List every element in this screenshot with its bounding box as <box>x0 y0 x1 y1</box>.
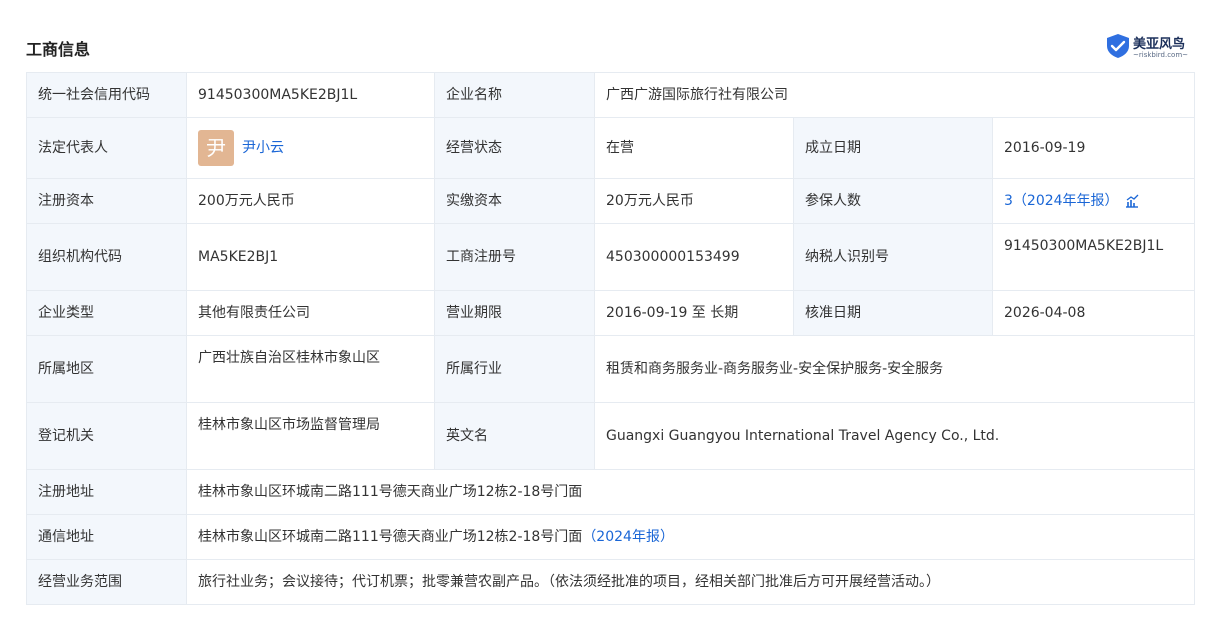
value-credit-code: 91450300MA5KE2BJ1L <box>186 72 435 118</box>
table-row: 统一社会信用代码 91450300MA5KE2BJ1L 企业名称 广西广游国际旅… <box>26 72 1196 118</box>
value-biz-scope: 旅行社业务；会议接待；代订机票；批零兼营农副产品。（依法须经批准的项目，经相关部… <box>185 559 1196 605</box>
value-insured-cell: 3（2024年年报） <box>991 178 1196 224</box>
riskbird-logo[interactable]: 美亚风鸟 ~riskbird.com~ <box>1106 33 1196 59</box>
label-paid-capital: 实缴资本 <box>434 178 595 224</box>
table-row: 登记机关 桂林市象山区市场监督管理局 英文名 Guangxi Guangyou … <box>26 402 1196 470</box>
label-insured: 参保人数 <box>793 178 993 224</box>
svg-text:美亚风鸟: 美亚风鸟 <box>1133 36 1185 52</box>
value-status: 在营 <box>594 117 794 179</box>
value-company-type: 其他有限责任公司 <box>186 290 435 336</box>
label-status: 经营状态 <box>434 117 595 179</box>
label-industry: 所属行业 <box>434 335 595 403</box>
value-industry: 租赁和商务服务业-商务服务业-安全保护服务-安全服务 <box>593 335 1196 403</box>
value-tax-id: 91450300MA5KE2BJ1L <box>991 223 1196 291</box>
insured-link[interactable]: 3（2024年年报） <box>1004 193 1119 209</box>
label-approved-date: 核准日期 <box>793 290 993 336</box>
value-mail-address-cell: 桂林市象山区环城南二路111号德天商业广场12栋2-18号门面（2024年报） <box>185 514 1196 560</box>
svg-text:~riskbird.com~: ~riskbird.com~ <box>1133 51 1188 59</box>
label-tax-id: 纳税人识别号 <box>793 223 993 291</box>
business-info-table: 统一社会信用代码 91450300MA5KE2BJ1L 企业名称 广西广游国际旅… <box>26 72 1196 605</box>
value-approved-date: 2026-04-08 <box>991 290 1196 336</box>
table-row: 注册地址 桂林市象山区环城南二路111号德天商业广场12栋2-18号门面 <box>26 469 1196 515</box>
label-reg-capital: 注册资本 <box>26 178 187 224</box>
value-founded: 2016-09-19 <box>991 117 1196 179</box>
value-mail-address: 桂林市象山区环城南二路111号德天商业广场12栋2-18号门面 <box>198 529 583 545</box>
value-english-name: Guangxi Guangyou International Travel Ag… <box>593 402 1196 470</box>
legal-rep-avatar[interactable]: 尹 <box>198 130 234 166</box>
label-biz-reg-no: 工商注册号 <box>434 223 595 291</box>
value-biz-term: 2016-09-19 至 长期 <box>594 290 794 336</box>
value-company-name: 广西广游国际旅行社有限公司 <box>593 72 1196 118</box>
label-reg-authority: 登记机关 <box>26 402 187 470</box>
value-org-code: MA5KE2BJ1 <box>186 223 435 291</box>
label-biz-scope: 经营业务范围 <box>26 559 187 605</box>
value-reg-address: 桂林市象山区环城南二路111号德天商业广场12栋2-18号门面 <box>185 469 1196 515</box>
label-biz-term: 营业期限 <box>434 290 595 336</box>
label-legal-rep: 法定代表人 <box>26 117 187 179</box>
legal-rep-link[interactable]: 尹小云 <box>242 140 284 156</box>
table-row: 组织机构代码 MA5KE2BJ1 工商注册号 450300000153499 纳… <box>26 223 1196 291</box>
label-mail-address: 通信地址 <box>26 514 187 560</box>
table-row: 企业类型 其他有限责任公司 营业期限 2016-09-19 至 长期 核准日期 … <box>26 290 1196 336</box>
trend-chart-icon[interactable] <box>1125 194 1139 208</box>
label-credit-code: 统一社会信用代码 <box>26 72 187 118</box>
label-reg-address: 注册地址 <box>26 469 187 515</box>
table-row: 法定代表人 尹尹小云 经营状态 在营 成立日期 2016-09-19 <box>26 117 1196 179</box>
label-english-name: 英文名 <box>434 402 595 470</box>
value-paid-capital: 20万元人民币 <box>594 178 794 224</box>
value-biz-reg-no: 450300000153499 <box>594 223 794 291</box>
value-legal-rep-cell: 尹尹小云 <box>186 117 435 179</box>
value-reg-authority: 桂林市象山区市场监督管理局 <box>186 402 435 470</box>
table-row: 通信地址 桂林市象山区环城南二路111号德天商业广场12栋2-18号门面（202… <box>26 514 1196 560</box>
table-row: 所属地区 广西壮族自治区桂林市象山区 所属行业 租赁和商务服务业-商务服务业-安… <box>26 335 1196 403</box>
label-org-code: 组织机构代码 <box>26 223 187 291</box>
table-row: 经营业务范围 旅行社业务；会议接待；代订机票；批零兼营农副产品。（依法须经批准的… <box>26 559 1196 605</box>
value-region: 广西壮族自治区桂林市象山区 <box>186 335 435 403</box>
mail-address-report-link[interactable]: （2024年报） <box>582 529 674 545</box>
value-reg-capital: 200万元人民币 <box>186 178 435 224</box>
label-region: 所属地区 <box>26 335 187 403</box>
section-title: 工商信息 <box>26 40 91 59</box>
shield-icon: 美亚风鸟 ~riskbird.com~ <box>1107 34 1188 59</box>
label-founded: 成立日期 <box>793 117 993 179</box>
label-company-type: 企业类型 <box>26 290 187 336</box>
label-company-name: 企业名称 <box>434 72 595 118</box>
table-row: 注册资本 200万元人民币 实缴资本 20万元人民币 参保人数 3（2024年年… <box>26 178 1196 224</box>
